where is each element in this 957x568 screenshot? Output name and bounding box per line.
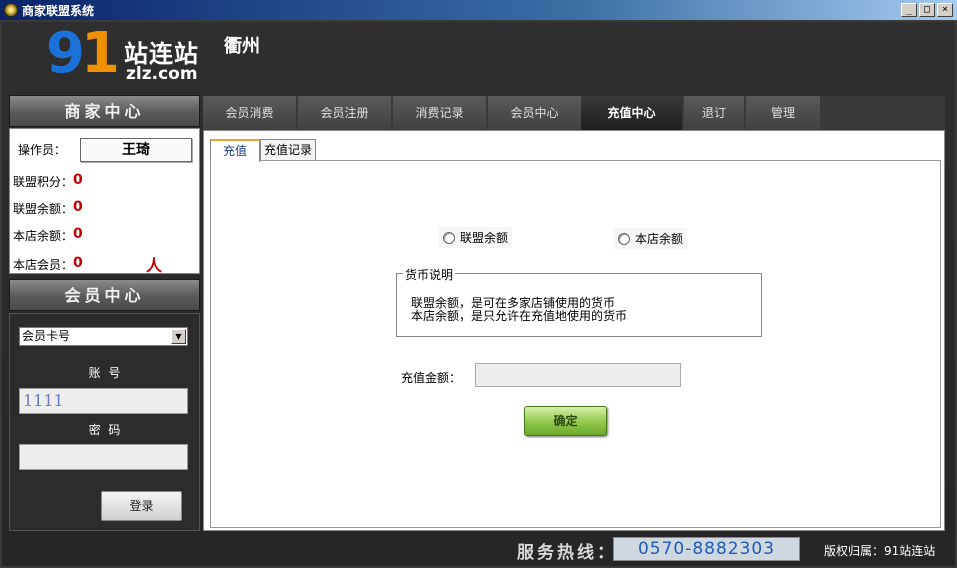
alliance-points-label: 联盟积分：	[13, 175, 74, 189]
tab-member-center[interactable]: 会员中心	[488, 96, 581, 130]
hotline-label: 服务热线：	[517, 543, 617, 563]
member-panel-title: 会员中心	[9, 279, 200, 311]
radio-store-balance-label: 本店余额	[635, 232, 684, 246]
store-balance-label: 本店余额：	[13, 229, 74, 243]
operator-label: 操作员：	[18, 143, 67, 157]
logo-digit-1: 1	[80, 21, 120, 86]
chevron-down-icon[interactable]: ▼	[171, 329, 186, 344]
radio-circle-icon[interactable]	[443, 231, 455, 244]
alliance-points-value: 0	[73, 172, 83, 188]
logo: 91 站连站 zlz.com	[46, 24, 216, 88]
currency-info-legend: 货币说明	[403, 266, 456, 283]
tab-unsubscribe[interactable]: 退订	[684, 96, 744, 130]
content-area: 充值 充值记录 联盟余额 本店余额 货币说明 联盟余额，是可在多家店铺使用的货币…	[203, 130, 945, 531]
main-tab-bar: 会员消费 会员注册 消费记录 会员中心 充值中心 退订 管理	[203, 96, 945, 130]
close-button[interactable]: ×	[937, 3, 953, 17]
account-input[interactable]: 1111	[19, 388, 188, 414]
tab-manage[interactable]: 管理	[746, 96, 820, 130]
login-button[interactable]: 登录	[101, 491, 182, 521]
logo-digits: 91	[46, 21, 120, 86]
operator-name: 王琦	[80, 138, 192, 162]
store-members-unit: 人	[146, 256, 163, 275]
member-panel: 会员卡号 ▼ 账 号 1111 密 码 登录	[9, 313, 200, 531]
window-title: 商家联盟系统	[22, 3, 95, 18]
merchant-panel-title: 商家中心	[9, 95, 200, 127]
confirm-button[interactable]: 确定	[524, 406, 607, 436]
store-members-label: 本店会员：	[13, 258, 74, 272]
merchant-panel: 操作员： 王琦 联盟积分： 0 联盟余额： 0 本店余额： 0 本店会员： 0 …	[9, 128, 200, 275]
amount-input[interactable]	[475, 363, 681, 387]
tab-member-consume[interactable]: 会员消费	[203, 96, 296, 130]
card-type-select[interactable]: 会员卡号 ▼	[19, 327, 188, 346]
card-type-selected: 会员卡号	[22, 329, 71, 343]
city-name: 衢州	[224, 36, 260, 57]
tab-consume-records[interactable]: 消费记录	[393, 96, 486, 130]
store-balance-value: 0	[73, 226, 83, 242]
radio-alliance-balance-label: 联盟余额	[460, 231, 509, 245]
subtab-recharge-records[interactable]: 充值记录	[260, 139, 316, 161]
alliance-balance-value: 0	[73, 199, 83, 215]
title-bar: 商家联盟系统 _ □ ×	[0, 0, 957, 20]
tab-recharge-center[interactable]: 充值中心	[581, 96, 682, 130]
subtab-recharge[interactable]: 充值	[210, 139, 260, 162]
store-members-value: 0	[73, 255, 83, 271]
radio-circle-icon[interactable]	[618, 232, 630, 245]
app-icon	[4, 3, 18, 17]
maximize-button[interactable]: □	[919, 3, 935, 17]
currency-info-group: 货币说明 联盟余额，是可在多家店铺使用的货币 本店余额，是只允许在充值地使用的货…	[396, 266, 762, 337]
recharge-panel: 联盟余额 本店余额 货币说明 联盟余额，是可在多家店铺使用的货币 本店余额，是只…	[210, 160, 941, 528]
window-controls: _ □ ×	[901, 3, 953, 17]
logo-digit-9: 9	[46, 21, 85, 86]
password-input[interactable]	[19, 444, 188, 470]
hotline-number: 0570-8882303	[613, 537, 800, 561]
copyright-text: 版权归属：91站连站	[824, 544, 936, 558]
amount-label: 充值金额：	[401, 371, 462, 385]
radio-alliance-balance[interactable]: 联盟余额	[439, 227, 513, 248]
minimize-button[interactable]: _	[901, 3, 917, 17]
password-label: 密 码	[88, 423, 123, 437]
tab-member-register[interactable]: 会员注册	[298, 96, 391, 130]
alliance-balance-label: 联盟余额：	[13, 202, 74, 216]
logo-domain: zlz.com	[126, 64, 198, 84]
account-label: 账 号	[88, 366, 123, 380]
currency-info-line: 本店余额，是只允许在充值地使用的货币	[411, 309, 628, 323]
radio-store-balance[interactable]: 本店余额	[614, 228, 688, 249]
